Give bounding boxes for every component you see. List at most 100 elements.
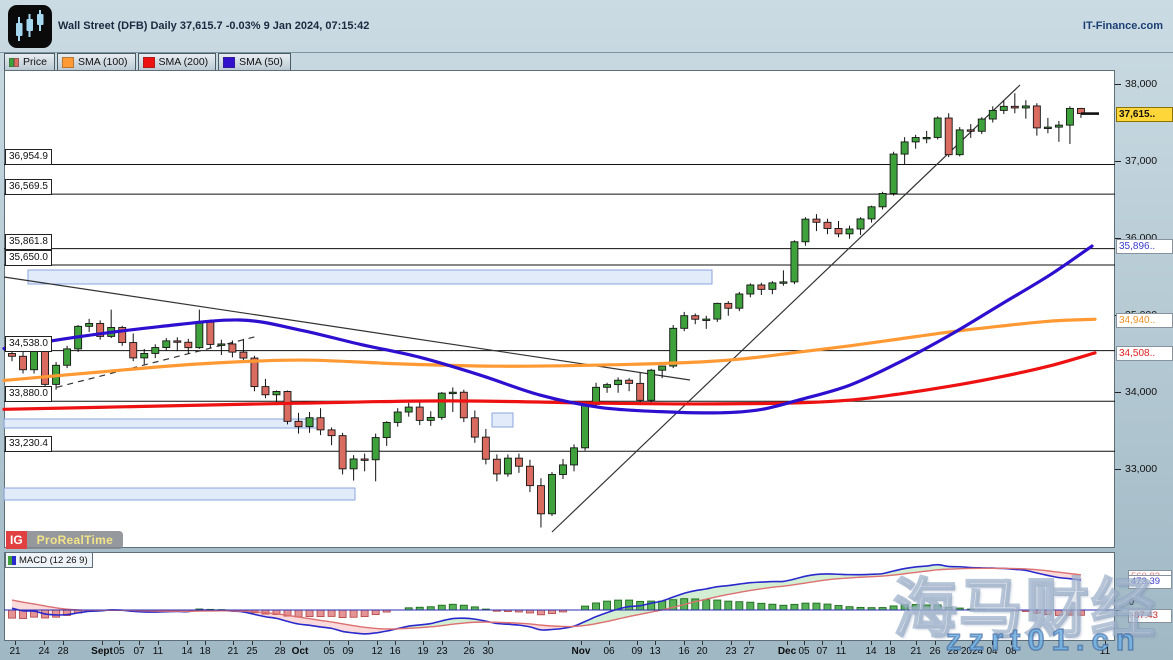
candle (152, 344, 159, 358)
candle (857, 217, 864, 235)
candle (791, 240, 798, 284)
x-axis-label: Sept (91, 646, 113, 657)
x-axis-tick (233, 641, 234, 645)
candle (141, 349, 148, 364)
price-chart-canvas[interactable] (4, 71, 1115, 548)
candle (967, 124, 974, 138)
candle (64, 346, 71, 368)
macd-legend-tab[interactable]: MACD (12 26 9) (5, 552, 93, 568)
candle-body (857, 219, 864, 229)
x-axis-tick (119, 641, 120, 645)
macd-label: MACD (12 26 9) (19, 555, 88, 566)
macd-histogram-bar (361, 610, 368, 617)
x-axis-tick (442, 641, 443, 645)
x-axis-label: 20 (696, 646, 707, 657)
candle (637, 373, 644, 405)
x-axis-tick (423, 641, 424, 645)
candle-body (383, 422, 390, 437)
candle (978, 117, 985, 134)
candle-body (284, 391, 291, 421)
candle-body (659, 366, 666, 370)
x-axis-tick (1011, 641, 1012, 645)
last-price-dash (1081, 112, 1099, 115)
x-axis-label: 23 (725, 646, 736, 657)
macd-histogram-bar (537, 610, 544, 615)
candle (813, 214, 820, 231)
x-axis-tick (15, 641, 16, 645)
legend-tab-sma100[interactable]: SMA (100) (57, 53, 136, 71)
macd-histogram-bar (372, 610, 379, 615)
candle-body (20, 356, 27, 369)
x-axis-tick (804, 641, 805, 645)
x-axis-label: 23 (436, 646, 447, 657)
legend-tab-sma50[interactable]: SMA (50) (218, 53, 291, 71)
macd-line (12, 565, 1081, 634)
x-axis-label: 12 (371, 646, 382, 657)
candle-body (604, 385, 611, 388)
candle-body (703, 319, 710, 320)
candle-body (582, 404, 589, 447)
x-axis-label: Oct (292, 646, 309, 657)
prorealtime-badge[interactable]: IG ProRealTime (6, 531, 123, 549)
ig-logo: IG (6, 531, 27, 549)
candle-body (879, 193, 886, 206)
x-axis-tick (871, 641, 872, 645)
candle (119, 326, 126, 346)
candle (1044, 118, 1051, 133)
candle-body (846, 229, 853, 234)
x-axis-tick (916, 641, 917, 645)
candle-body (504, 458, 511, 474)
candle (20, 352, 27, 374)
x-axis-label: 06 (603, 646, 614, 657)
candle (725, 301, 732, 316)
legend-tab-price[interactable]: Price (4, 53, 55, 71)
macd-histogram-bar (438, 605, 445, 610)
candle (383, 421, 390, 446)
candle (537, 478, 544, 527)
macd-histogram-bar (802, 603, 809, 610)
candle (846, 226, 853, 239)
candle-body (482, 437, 489, 459)
candle-body (1011, 106, 1018, 108)
legend-tab-sma200[interactable]: SMA (200) (138, 53, 217, 71)
candle (86, 319, 93, 332)
candle-body (802, 219, 809, 242)
sma100-value-tag: 34,940.. (1116, 313, 1173, 328)
x-axis-label: 05 (323, 646, 334, 657)
y-axis-label: 33,000 (1125, 463, 1157, 475)
candle-body (207, 322, 214, 344)
x-axis-tick (972, 641, 973, 645)
legend-sma100-label: SMA (100) (78, 56, 128, 68)
supply-demand-zone (4, 488, 355, 500)
macd-zero-tick (1115, 610, 1121, 611)
macd-histogram-bar (604, 601, 611, 610)
x-axis-tick (787, 641, 788, 645)
x-axis-tick (280, 641, 281, 645)
macd-canvas[interactable] (4, 553, 1115, 641)
level-label: 33,230.4 (5, 436, 52, 452)
macd-histogram-bar (53, 610, 60, 617)
candle-body (350, 459, 357, 469)
macd-histogram-bar (780, 605, 787, 610)
macd-histogram-bar (9, 610, 16, 618)
x-axis-label: 11 (1100, 646, 1110, 657)
macd-histogram-bar (736, 602, 743, 610)
candle-body (9, 354, 16, 357)
candle (240, 339, 247, 361)
x-axis-tick (300, 641, 301, 645)
y-axis-tick (1115, 469, 1121, 470)
x-axis-label: 16 (678, 646, 689, 657)
x-axis-tick (935, 641, 936, 645)
candle (714, 303, 721, 322)
prorealtime-label: ProRealTime (27, 531, 123, 549)
candle (394, 408, 401, 426)
x-axis-tick (684, 641, 685, 645)
sma-line-p100 (4, 319, 1095, 380)
candle-body (460, 392, 467, 418)
x-axis-tick (841, 641, 842, 645)
candle-body (526, 466, 533, 485)
sma200-value-tag: 34,508.. (1116, 346, 1173, 361)
candle (97, 320, 104, 339)
legend-row: Price SMA (100) SMA (200) SMA (50) (4, 53, 293, 71)
candle (328, 427, 335, 445)
